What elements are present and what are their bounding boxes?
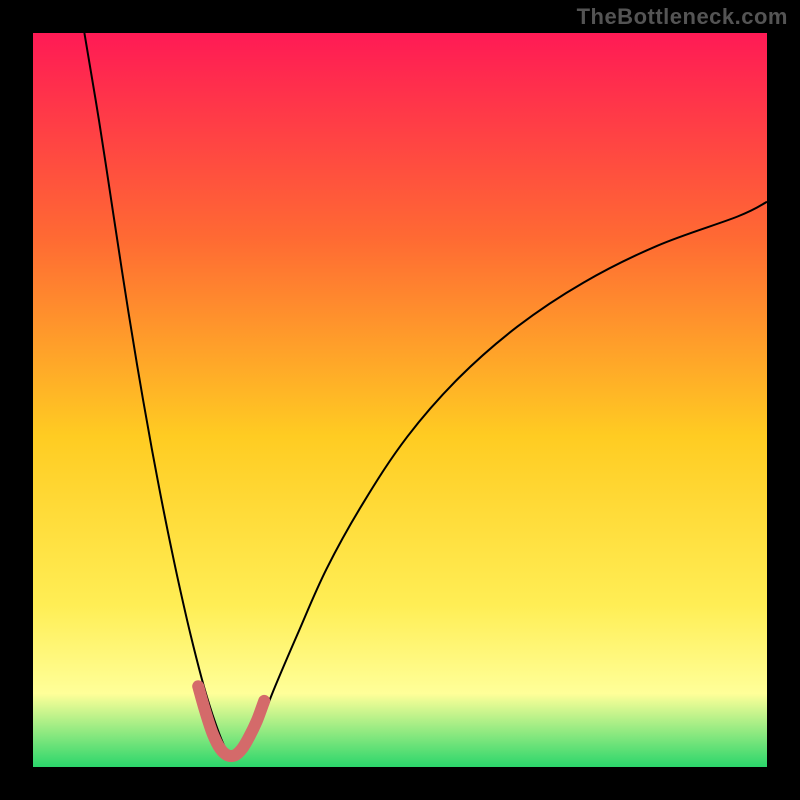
chart-frame: TheBottleneck.com: [0, 0, 800, 800]
bottleneck-chart: [0, 0, 800, 800]
watermark-text: TheBottleneck.com: [577, 4, 788, 30]
